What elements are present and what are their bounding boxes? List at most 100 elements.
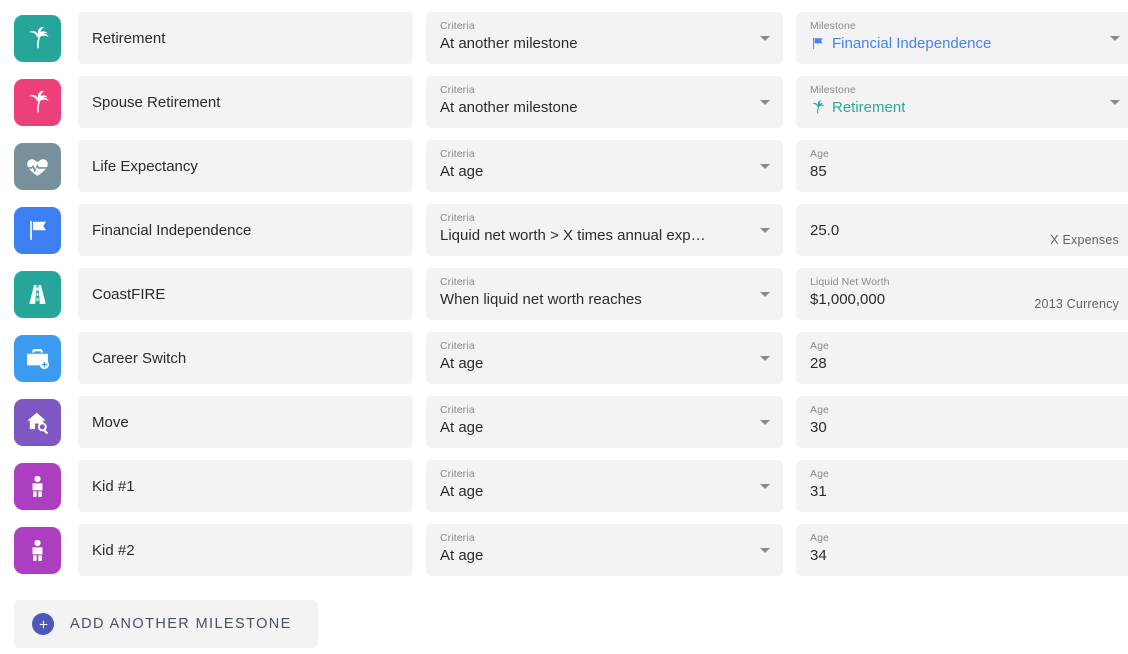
milestone-icon-tile[interactable] (14, 79, 61, 126)
milestone-icon-tile[interactable] (14, 527, 61, 574)
milestone-name-input[interactable]: Life Expectancy (78, 140, 413, 192)
heartbeat-icon (25, 154, 50, 179)
value-field-wrap: Retirement (810, 99, 905, 116)
chevron-down-icon[interactable] (760, 356, 770, 361)
chevron-down-icon[interactable] (760, 36, 770, 41)
chevron-down-icon[interactable] (760, 548, 770, 553)
chevron-down-icon[interactable] (760, 164, 770, 169)
milestone-name-value: Move (92, 414, 129, 431)
criteria-value: At age (440, 547, 483, 564)
palm-tree-icon (25, 90, 50, 115)
milestone-name-input[interactable]: Kid #1 (78, 460, 413, 512)
milestone-row: Spouse Retirement CriteriaAt another mile… (0, 74, 1128, 130)
value-unit-suffix: 2013 Currency (1034, 297, 1119, 311)
milestone-value-input[interactable]: Liquid Net Worth$1,000,0002013 Currency (796, 268, 1128, 320)
milestone-icon-tile[interactable] (14, 463, 61, 510)
milestone-name-value: Kid #1 (92, 478, 135, 495)
criteria-select[interactable]: Criteria Liquid net worth > X times annua… (426, 204, 783, 256)
criteria-select[interactable]: CriteriaAt another milestone (426, 76, 783, 128)
criteria-value: At another milestone (440, 35, 578, 52)
milestone-value-input[interactable]: Age34 (796, 524, 1128, 576)
criteria-select[interactable]: Criteria At age (426, 524, 783, 576)
value-field-label: Age (810, 404, 829, 416)
criteria-value: At age (440, 419, 483, 436)
chevron-down-icon[interactable] (760, 228, 770, 233)
criteria-select[interactable]: CriteriaAt another milestone (426, 12, 783, 64)
milestone-row: RetirementCriteriaAt another milestoneMi… (0, 10, 1128, 66)
milestone-value-input[interactable]: 25.0 X Expenses (796, 204, 1128, 256)
milestone-name-value: Spouse Retirement (92, 94, 220, 111)
value-field-text: Financial Independence (832, 35, 991, 52)
chevron-down-icon[interactable] (760, 420, 770, 425)
milestone-name-input[interactable]: Kid #2 (78, 524, 413, 576)
milestone-value-input[interactable]: Age85 (796, 140, 1128, 192)
milestone-name-input[interactable]: Retirement (78, 12, 413, 64)
briefcase-plus-icon (25, 346, 50, 371)
add-another-milestone-button[interactable]: ADD ANOTHER MILESTONE (14, 600, 318, 648)
milestone-name-value: Life Expectancy (92, 158, 198, 175)
chevron-down-icon[interactable] (760, 484, 770, 489)
value-field-wrap: 85 (810, 163, 827, 180)
milestone-icon-tile[interactable] (14, 399, 61, 446)
criteria-value: At age (440, 483, 483, 500)
criteria-select[interactable]: CriteriaAt age (426, 140, 783, 192)
value-field-text: 30 (810, 419, 827, 436)
milestone-name-input[interactable]: Financial Independence (78, 204, 413, 256)
flag-icon (810, 36, 825, 51)
milestone-name-input[interactable]: Move (78, 396, 413, 448)
milestone-row: Life Expectancy CriteriaAt ageAge85 (0, 138, 1128, 194)
milestone-row: Move Criteria At age Age 30 (0, 394, 1128, 450)
criteria-select[interactable]: Criteria At age (426, 460, 783, 512)
value-field-label: Age (810, 340, 829, 352)
value-field-text: 25.0 (810, 222, 839, 239)
criteria-label: Criteria (440, 340, 475, 352)
milestone-icon-tile[interactable] (14, 143, 61, 190)
milestone-row: Career Switch Criteria At age Age28 (0, 330, 1128, 386)
criteria-value: At another milestone (440, 99, 578, 116)
value-field-text: Retirement (832, 99, 905, 116)
milestone-name-value: Financial Independence (92, 222, 251, 239)
milestone-icon-tile[interactable] (14, 271, 61, 318)
milestone-icon-tile[interactable] (14, 15, 61, 62)
milestone-name-input[interactable]: Career Switch (78, 332, 413, 384)
value-field-label: Age (810, 532, 829, 544)
value-unit-suffix: X Expenses (1050, 233, 1119, 247)
milestone-row: CoastFIRECriteriaWhen liquid net worth r… (0, 266, 1128, 322)
criteria-select[interactable]: Criteria At age (426, 396, 783, 448)
criteria-value: Liquid net worth > X times annual exp… (440, 227, 706, 244)
child-icon (25, 538, 50, 563)
milestone-name-input[interactable]: CoastFIRE (78, 268, 413, 320)
milestone-icon-tile[interactable] (14, 335, 61, 382)
chevron-down-icon[interactable] (1110, 36, 1120, 41)
chevron-down-icon[interactable] (760, 100, 770, 105)
chevron-down-icon[interactable] (760, 292, 770, 297)
value-field-wrap: Financial Independence (810, 35, 991, 52)
milestone-row: Financial Independence Criteria Liquid net… (0, 202, 1128, 258)
value-field-text: 85 (810, 163, 827, 180)
milestone-value-input[interactable]: Age 30 (796, 396, 1128, 448)
criteria-label: Criteria (440, 148, 475, 160)
milestone-reference-select[interactable]: MilestoneRetirement (796, 76, 1128, 128)
milestone-name-value: Kid #2 (92, 542, 135, 559)
criteria-label: Criteria (440, 404, 475, 416)
milestone-name-input[interactable]: Spouse Retirement (78, 76, 413, 128)
milestone-reference-select[interactable]: MilestoneFinancial Independence (796, 12, 1128, 64)
criteria-select[interactable]: Criteria At age (426, 332, 783, 384)
value-field-wrap: 25.0 (810, 222, 839, 239)
chevron-down-icon[interactable] (1110, 100, 1120, 105)
criteria-label: Criteria (440, 532, 475, 544)
add-milestone-bar: ADD ANOTHER MILESTONE (0, 600, 1128, 648)
milestone-icon-tile[interactable] (14, 207, 61, 254)
palm-tree-icon (810, 100, 825, 115)
milestone-value-input[interactable]: Age28 (796, 332, 1128, 384)
milestone-value-input[interactable]: Age31 (796, 460, 1128, 512)
criteria-label: Criteria (440, 212, 475, 224)
house-search-icon (25, 410, 50, 435)
milestone-name-value: Career Switch (92, 350, 186, 367)
value-field-label: Liquid Net Worth (810, 276, 890, 288)
add-another-milestone-label: ADD ANOTHER MILESTONE (70, 616, 292, 632)
milestone-row: Kid #2 Criteria At age Age34 (0, 522, 1128, 578)
criteria-select[interactable]: CriteriaWhen liquid net worth reaches (426, 268, 783, 320)
criteria-label: Criteria (440, 468, 475, 480)
criteria-value: At age (440, 355, 483, 372)
